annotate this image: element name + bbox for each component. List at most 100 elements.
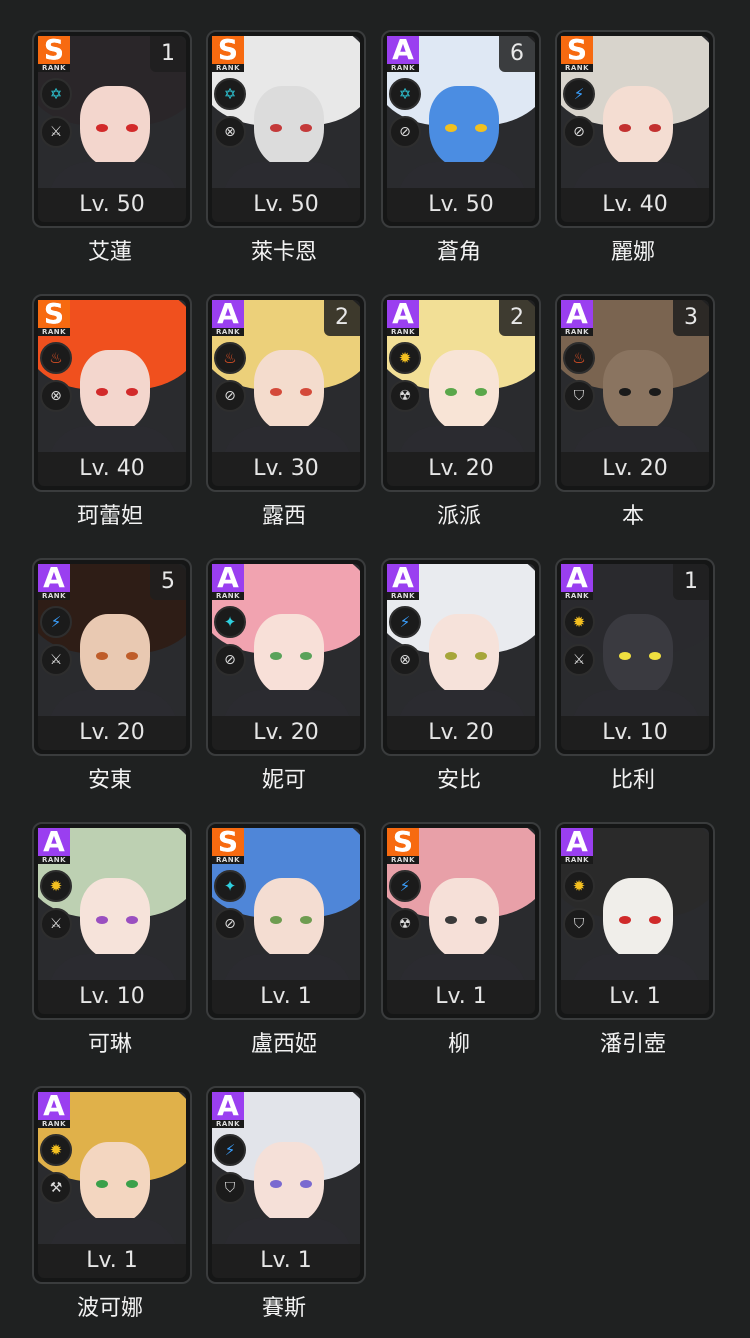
agent-card[interactable]: A RANK ✹ ⛉ Lv. 1 潘引壺 — [555, 822, 715, 1057]
portrait-face — [80, 614, 150, 696]
agent-card[interactable]: A RANK 6 ✡ ⊘ Lv. 50 蒼角 — [381, 30, 541, 265]
fire-icon: ♨ — [214, 342, 246, 374]
agent-frame: S RANK 1 ✡ ⚔ Lv. 50 — [32, 30, 192, 228]
fire-icon: ♨ — [40, 342, 72, 374]
portrait-body — [222, 1218, 352, 1244]
rank-letter: A — [392, 33, 414, 66]
portrait-eye — [300, 916, 312, 924]
portrait-eye — [300, 388, 312, 396]
agent-level: Lv. 20 — [387, 452, 535, 486]
rank-badge: A RANK — [387, 36, 419, 72]
portrait-face — [80, 86, 150, 168]
rank-letter: A — [43, 1089, 65, 1122]
agent-name: 比利 — [610, 768, 655, 793]
agent-name: 可琳 — [87, 1032, 132, 1057]
agent-card[interactable]: A RANK ✹ ⚔ Lv. 10 可琳 — [32, 822, 192, 1057]
portrait-eye — [270, 916, 282, 924]
agent-card[interactable]: S RANK ♨ ⊗ Lv. 40 珂蕾妲 — [32, 294, 192, 529]
rank-badge: A RANK — [561, 828, 593, 864]
portrait-body — [222, 690, 352, 716]
portrait-body — [397, 954, 527, 980]
agent-card[interactable]: S RANK ⚡ ⊘ Lv. 40 麗娜 — [555, 30, 715, 265]
rank-letter: A — [566, 561, 588, 594]
agent-level: Lv. 30 — [212, 452, 360, 486]
agent-name: 柳 — [447, 1032, 470, 1057]
agent-card[interactable]: A RANK ✹ ⚒ Lv. 1 波可娜 — [32, 1086, 192, 1321]
agent-card[interactable]: A RANK 3 ♨ ⛉ Lv. 20 本 — [555, 294, 715, 529]
portrait-eye — [475, 124, 487, 132]
portrait-eye — [445, 388, 457, 396]
portrait-face — [80, 1142, 150, 1224]
rank-sub: RANK — [387, 856, 419, 864]
agent-card[interactable]: A RANK ⚡ ⊗ Lv. 20 安比 — [381, 558, 541, 793]
rank-sub: RANK — [38, 592, 70, 600]
agent-name: 妮可 — [261, 768, 306, 793]
agent-frame: S RANK ♨ ⊗ Lv. 40 — [32, 294, 192, 492]
agent-level: Lv. 40 — [38, 452, 186, 486]
physical-icon: ✹ — [563, 606, 595, 638]
agent-card[interactable]: S RANK ✡ ⊗ Lv. 50 萊卡恩 — [206, 30, 366, 265]
portrait-eye — [649, 124, 661, 132]
defense-icon: ⛉ — [563, 380, 595, 412]
agent-frame: A RANK 2 ✹ ☢ Lv. 20 — [381, 294, 541, 492]
stun-icon: ⊗ — [389, 644, 421, 676]
agent-card[interactable]: A RANK ✦ ⊘ Lv. 20 妮可 — [206, 558, 366, 793]
agent-card[interactable]: A RANK 2 ✹ ☢ Lv. 20 派派 — [381, 294, 541, 529]
portrait-face — [254, 350, 324, 432]
agent-frame: S RANK ✡ ⊗ Lv. 50 — [206, 30, 366, 228]
electric-icon: ⚡ — [214, 1134, 246, 1166]
portrait-eye — [619, 652, 631, 660]
agent-level: Lv. 40 — [561, 188, 709, 222]
portrait-face — [603, 350, 673, 432]
agent-card[interactable]: S RANK ✦ ⊘ Lv. 1 盧西婭 — [206, 822, 366, 1057]
agent-frame: S RANK ⚡ ☢ Lv. 1 — [381, 822, 541, 1020]
ice-icon: ✡ — [214, 78, 246, 110]
rank-sub: RANK — [212, 592, 244, 600]
agent-name: 麗娜 — [610, 240, 655, 265]
portrait-eye — [126, 388, 138, 396]
portrait-eye — [126, 916, 138, 924]
mindscape-count: 2 — [499, 300, 535, 336]
rank-sub: RANK — [561, 592, 593, 600]
portrait-eye — [270, 124, 282, 132]
anomaly-icon: ☢ — [389, 908, 421, 940]
rank-letter: A — [217, 1089, 239, 1122]
agent-frame: A RANK ⚡ ⛉ Lv. 1 — [206, 1086, 366, 1284]
agent-card[interactable]: S RANK 1 ✡ ⚔ Lv. 50 艾蓮 — [32, 30, 192, 265]
portrait-face — [603, 614, 673, 696]
portrait-eye — [126, 1180, 138, 1188]
rank-badge: S RANK — [387, 828, 419, 864]
support-icon: ⊘ — [563, 116, 595, 148]
portrait-face — [254, 86, 324, 168]
mindscape-count: 1 — [150, 36, 186, 72]
portrait-eye — [300, 1180, 312, 1188]
support-icon: ⊘ — [214, 908, 246, 940]
agent-card[interactable]: A RANK 1 ✹ ⚔ Lv. 10 比利 — [555, 558, 715, 793]
agent-level: Lv. 1 — [212, 1244, 360, 1278]
agent-name: 派派 — [436, 504, 481, 529]
agent-level: Lv. 10 — [38, 980, 186, 1014]
rank-letter: A — [566, 297, 588, 330]
rank-sub: RANK — [561, 856, 593, 864]
agent-card[interactable]: A RANK 5 ⚡ ⚔ Lv. 20 安東 — [32, 558, 192, 793]
portrait-body — [48, 426, 178, 452]
portrait-eye — [619, 916, 631, 924]
fire-icon: ♨ — [563, 342, 595, 374]
agent-name: 露西 — [261, 504, 306, 529]
agent-card[interactable]: S RANK ⚡ ☢ Lv. 1 柳 — [381, 822, 541, 1057]
agent-card[interactable]: A RANK ⚡ ⛉ Lv. 1 賽斯 — [206, 1086, 366, 1321]
agent-frame: A RANK ✹ ⛉ Lv. 1 — [555, 822, 715, 1020]
portrait-eye — [270, 388, 282, 396]
portrait-eye — [126, 124, 138, 132]
attack-icon: ⚔ — [40, 908, 72, 940]
rank-letter: S — [566, 33, 588, 66]
portrait-eye — [96, 388, 108, 396]
defense-icon: ⛉ — [214, 1172, 246, 1204]
rank-badge: S RANK — [212, 828, 244, 864]
agent-name: 安東 — [87, 768, 132, 793]
portrait-eye — [475, 388, 487, 396]
portrait-face — [254, 1142, 324, 1224]
portrait-eye — [475, 652, 487, 660]
agent-card[interactable]: A RANK 2 ♨ ⊘ Lv. 30 露西 — [206, 294, 366, 529]
rank-letter: A — [43, 561, 65, 594]
